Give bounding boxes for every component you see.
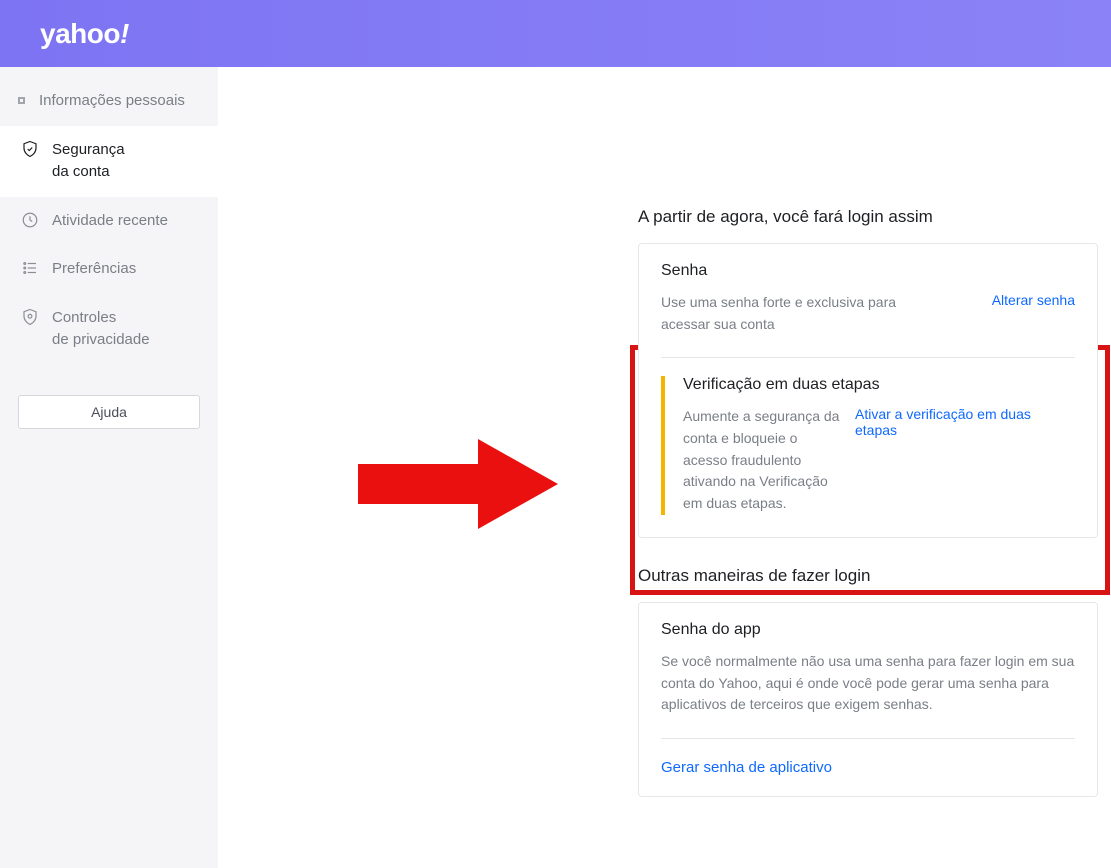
sidebar-item-label: Controles de privacidade bbox=[52, 307, 200, 352]
sidebar: Informações pessoais Segurança da conta … bbox=[0, 67, 218, 868]
app-password-desc: Se você normalmente não usa uma senha pa… bbox=[661, 651, 1075, 716]
square-icon bbox=[18, 97, 25, 104]
app-password-card: Senha do app Se você normalmente não usa… bbox=[638, 602, 1098, 797]
sidebar-item-label: Segurança da conta bbox=[52, 139, 200, 184]
two-step-section: Verificação em duas etapas Aumente a seg… bbox=[661, 357, 1075, 536]
sidebar-item-privacy-controls[interactable]: Controles de privacidade bbox=[0, 294, 218, 365]
top-header: yahoo! bbox=[0, 0, 1111, 67]
password-title: Senha bbox=[661, 262, 1075, 280]
app-password-title: Senha do app bbox=[661, 621, 1075, 639]
main-content: A partir de agora, você fará login assim… bbox=[218, 67, 1111, 868]
sidebar-item-preferences[interactable]: Preferências bbox=[0, 245, 218, 294]
sidebar-item-personal-info[interactable]: Informações pessoais bbox=[0, 77, 218, 126]
generate-app-password-link[interactable]: Gerar senha de aplicativo bbox=[639, 739, 1097, 796]
login-methods-card: Senha Use uma senha forte e exclusiva pa… bbox=[638, 243, 1098, 538]
sidebar-item-label: Preferências bbox=[52, 258, 200, 281]
help-button[interactable]: Ajuda bbox=[18, 395, 200, 429]
red-arrow-annotation bbox=[358, 434, 558, 534]
logo-bang: ! bbox=[120, 18, 129, 49]
logo-text: yahoo bbox=[40, 18, 120, 49]
change-password-link[interactable]: Alterar senha bbox=[992, 292, 1075, 308]
sidebar-item-label: Informações pessoais bbox=[39, 90, 200, 113]
two-step-title: Verificação em duas etapas bbox=[683, 376, 1075, 394]
password-desc: Use uma senha forte e exclusiva para ace… bbox=[661, 292, 921, 335]
app-password-section: Senha do app Se você normalmente não usa… bbox=[639, 603, 1097, 738]
sidebar-item-label: Atividade recente bbox=[52, 210, 200, 233]
yahoo-logo[interactable]: yahoo! bbox=[40, 18, 129, 50]
sidebar-item-security[interactable]: Segurança da conta bbox=[0, 126, 218, 197]
shield-gear-icon bbox=[18, 308, 42, 326]
password-section: Senha Use uma senha forte e exclusiva pa… bbox=[639, 244, 1097, 357]
sidebar-item-recent-activity[interactable]: Atividade recente bbox=[0, 197, 218, 246]
help-button-label: Ajuda bbox=[91, 404, 127, 420]
login-section-heading: A partir de agora, você fará login assim bbox=[638, 207, 1098, 227]
list-icon bbox=[18, 259, 42, 277]
enable-two-step-link[interactable]: Ativar a verificação em duas etapas bbox=[855, 406, 1075, 438]
other-ways-heading: Outras maneiras de fazer login bbox=[638, 566, 1098, 586]
two-step-desc: Aumente a segurança da conta e bloqueie … bbox=[683, 406, 843, 514]
clock-icon bbox=[18, 211, 42, 229]
shield-icon bbox=[18, 140, 42, 158]
